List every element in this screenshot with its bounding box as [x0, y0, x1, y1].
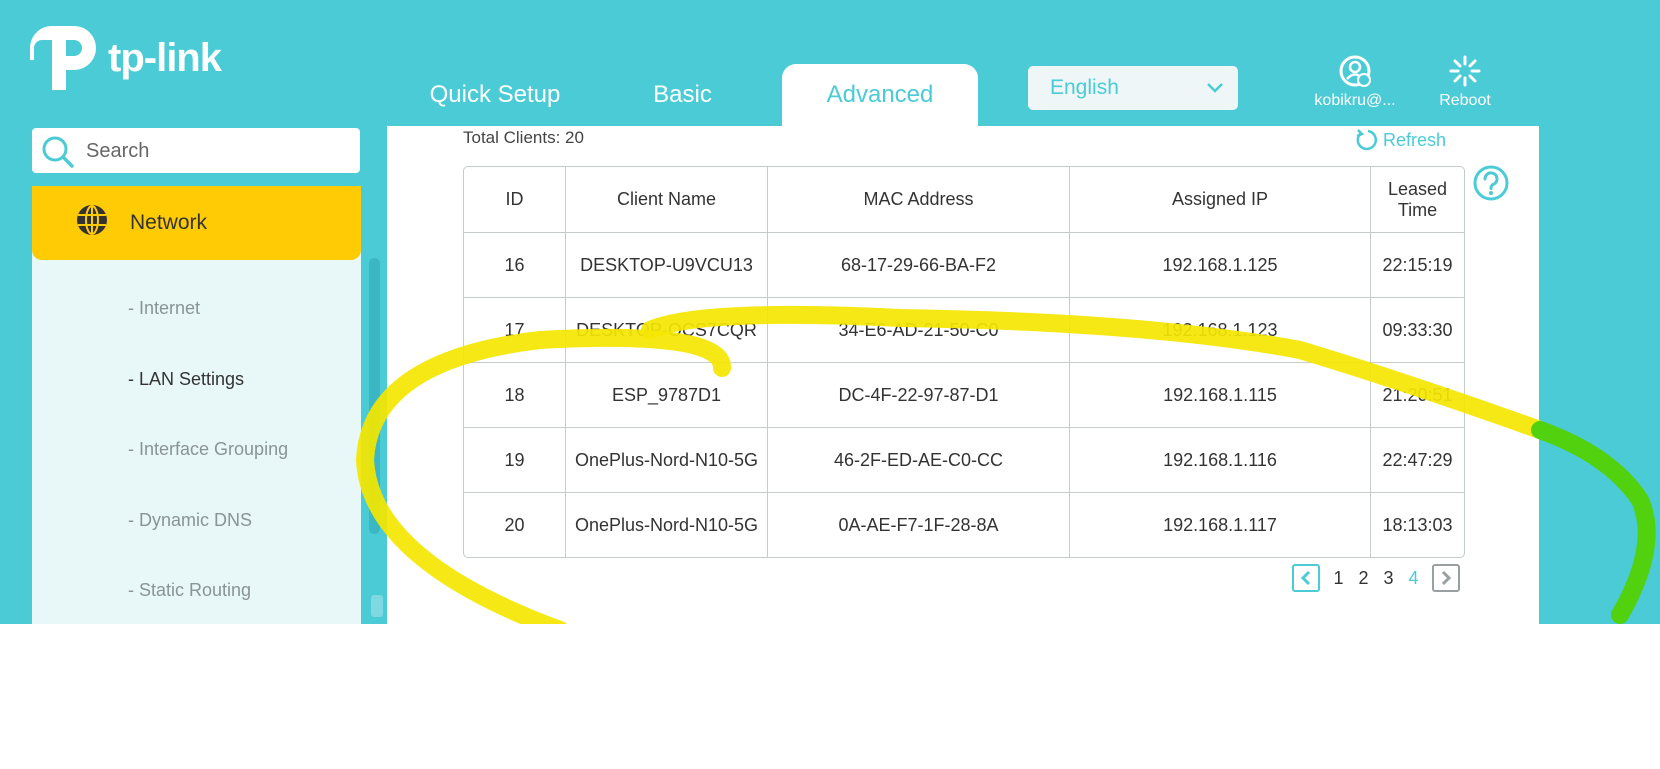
sidebar-item-internet[interactable]: - Internet [128, 298, 200, 319]
cell-mac-address: 68-17-29-66-BA-F2 [768, 233, 1070, 298]
page-number-3[interactable]: 3 [1376, 568, 1401, 589]
chevron-left-icon [1300, 570, 1311, 586]
sidebar-item-network[interactable]: Network [32, 186, 361, 260]
sidebar-scrollbar[interactable] [369, 258, 380, 534]
tp-link-logo: tp-link [30, 22, 222, 94]
cell-client-name: ESP_9787D1 [566, 363, 768, 428]
reboot-label: Reboot [1439, 92, 1491, 109]
tp-link-logo-icon [30, 26, 96, 90]
sidebar-item-lan-settings[interactable]: - LAN Settings [128, 369, 244, 390]
total-clients-label: Total Clients: 20 [463, 128, 584, 147]
green-highlight-stroke [1531, 421, 1656, 624]
cell-client-name: DESKTOP-OCS7CQR [566, 298, 768, 363]
cell-leased-time: 21:20:51 [1371, 363, 1464, 428]
search-input[interactable] [84, 136, 348, 166]
account-icon [1339, 55, 1371, 87]
chevron-right-icon [1441, 570, 1452, 586]
table-header-row: ID Client Name MAC Address Assigned IP L… [464, 167, 1464, 233]
page-number-4[interactable]: 4 [1401, 568, 1426, 589]
sidebar-scrollbar-thumb[interactable] [371, 595, 383, 617]
cell-leased-time: 22:15:19 [1371, 233, 1464, 298]
column-header-client-name: Client Name [566, 167, 768, 233]
refresh-label: Refresh [1383, 129, 1447, 150]
sidebar-item-interface-grouping[interactable]: - Interface Grouping [128, 439, 288, 460]
cell-assigned-ip: 192.168.1.125 [1070, 233, 1371, 298]
table-row: 20 OnePlus-Nord-N10-5G 0A-AE-F7-1F-28-8A… [464, 493, 1464, 557]
account-button[interactable]: kobikru@... [1290, 54, 1420, 110]
table-row: 17 DESKTOP-OCS7CQR 34-E6-AD-21-50-C0 192… [464, 298, 1464, 363]
refresh-button[interactable]: Refresh [1355, 128, 1446, 152]
router-admin-app: tp-link Quick Setup Basic Advanced Engli… [0, 0, 1660, 624]
cell-leased-time: 18:13:03 [1382, 514, 1453, 535]
logo-text: tp-link [108, 35, 222, 80]
cell-assigned-ip: 192.168.1.116 [1070, 428, 1371, 493]
column-header-id: ID [464, 167, 566, 233]
sidebar: Network - Internet - LAN Settings - Inte… [32, 186, 361, 624]
table-row: 18 ESP_9787D1 DC-4F-22-97-87-D1 192.168.… [464, 363, 1464, 428]
help-icon[interactable] [1472, 164, 1510, 202]
tab-advanced[interactable]: Advanced [782, 64, 978, 126]
column-header-leased-time: Leased Time [1371, 167, 1464, 233]
cell-mac-address: DC-4F-22-97-87-D1 [768, 363, 1070, 428]
cell-assigned-ip: 192.168.1.117 [1070, 493, 1371, 557]
page-number-2[interactable]: 2 [1351, 568, 1376, 589]
cell-id: 18 [464, 363, 566, 428]
cell-id: 19 [464, 428, 566, 493]
search-icon [42, 136, 74, 168]
sidebar-section-label: Network [130, 211, 208, 234]
search-box[interactable] [32, 128, 360, 173]
tab-quick-setup[interactable]: Quick Setup [405, 64, 585, 126]
tab-basic[interactable]: Basic [620, 64, 745, 126]
language-select[interactable]: English [1028, 66, 1238, 110]
cell-leased-time: 22:47:29 [1371, 428, 1464, 493]
cell-client-name: OnePlus-Nord-N10-5G [566, 428, 768, 493]
previous-page-button[interactable] [1292, 564, 1320, 592]
cell-leased-time: 09:33:30 [1371, 298, 1464, 363]
dhcp-clients-table: ID Client Name MAC Address Assigned IP L… [463, 166, 1465, 558]
sidebar-item-dynamic-dns[interactable]: - Dynamic DNS [128, 510, 252, 531]
cell-client-name: DESKTOP-U9VCU13 [566, 233, 768, 298]
cell-id: 16 [464, 233, 566, 298]
table-row: 19 OnePlus-Nord-N10-5G 46-2F-ED-AE-C0-CC… [464, 428, 1464, 493]
globe-icon [77, 205, 107, 235]
next-page-button[interactable] [1432, 564, 1460, 592]
cell-mac-address: 34-E6-AD-21-50-C0 [768, 298, 1070, 363]
pagination: 1 2 3 4 [1292, 564, 1460, 592]
account-label: kobikru@... [1314, 92, 1396, 109]
column-header-assigned-ip: Assigned IP [1070, 167, 1371, 233]
cell-id: 20 [464, 493, 566, 557]
cell-client-name: OnePlus-Nord-N10-5G [566, 493, 768, 557]
sidebar-item-static-routing[interactable]: - Static Routing [128, 580, 251, 601]
refresh-icon [1356, 129, 1377, 151]
page-number-1[interactable]: 1 [1326, 568, 1351, 589]
cell-assigned-ip: 192.168.1.115 [1070, 363, 1371, 428]
cell-mac-address: 0A-AE-F7-1F-28-8A [768, 493, 1070, 557]
cell-id: 17 [464, 298, 566, 363]
reboot-button[interactable]: Reboot [1410, 54, 1520, 110]
cell-mac-address: 46-2F-ED-AE-C0-CC [768, 428, 1070, 493]
chevron-down-icon [1206, 66, 1224, 126]
reboot-icon [1449, 55, 1481, 87]
table-row: 16 DESKTOP-U9VCU13 68-17-29-66-BA-F2 192… [464, 233, 1464, 298]
column-header-mac-address: MAC Address [768, 167, 1070, 233]
language-selected-value: English [1050, 76, 1119, 99]
leased-time-header-text: Leased Time [1387, 178, 1448, 220]
cell-assigned-ip: 192.168.1.123 [1070, 298, 1371, 363]
